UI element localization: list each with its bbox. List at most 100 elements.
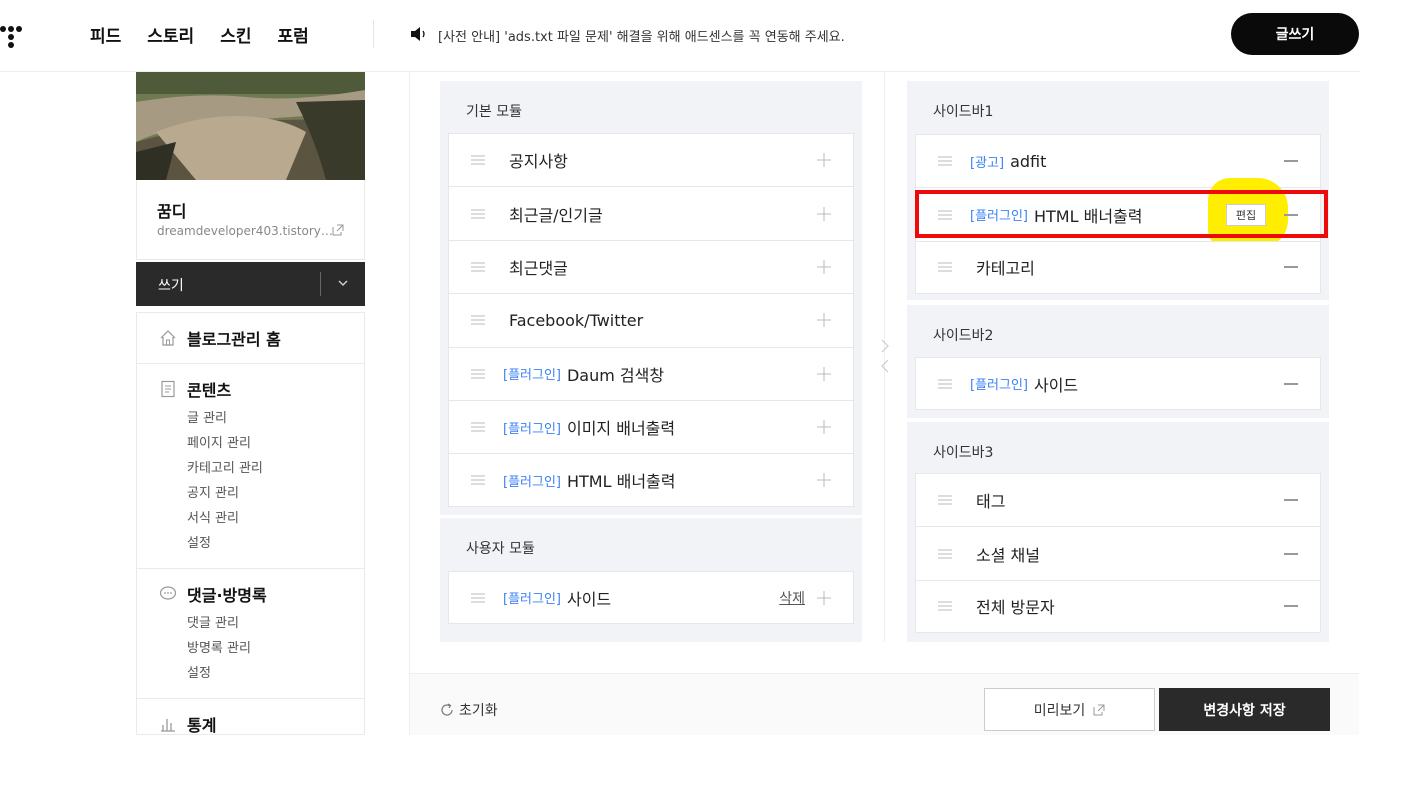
menu-section-contents: 콘텐츠 글 관리 페이지 관리 카테고리 관리 공지 관리 서식 관리 설정 bbox=[137, 364, 364, 569]
drag-handle-icon[interactable] bbox=[471, 209, 485, 219]
external-link-icon[interactable] bbox=[332, 224, 344, 236]
module-row[interactable]: 소셜 채널 bbox=[915, 526, 1321, 580]
menu-comments[interactable]: 댓글·방명록 bbox=[137, 569, 364, 619]
external-link-icon bbox=[1093, 704, 1105, 715]
nav-story[interactable]: 스토리 bbox=[147, 22, 194, 47]
save-changes-button[interactable]: 변경사항 저장 bbox=[1159, 688, 1330, 731]
menu-stats[interactable]: 통계 bbox=[137, 699, 364, 735]
drag-handle-icon[interactable] bbox=[938, 495, 952, 505]
sidebar2-panel: 사이드바2 [플러그인] 사이드 bbox=[907, 305, 1329, 418]
module-tag: [광고] bbox=[970, 155, 1005, 171]
module-name: 최근글/인기글 bbox=[509, 205, 603, 225]
module-row[interactable]: 태그 bbox=[915, 473, 1321, 527]
add-module-icon[interactable] bbox=[817, 590, 831, 605]
menu-template-manage[interactable]: 서식 관리 bbox=[187, 506, 364, 531]
module-tag: [플러그인] bbox=[503, 592, 561, 608]
add-module-icon[interactable] bbox=[817, 473, 831, 488]
refresh-icon bbox=[441, 703, 453, 716]
admin-menu: 블로그관리 홈 콘텐츠 글 관리 페이지 관리 카테고리 관리 공지 관리 서식… bbox=[136, 312, 365, 735]
drag-handle-icon[interactable] bbox=[938, 601, 952, 611]
drag-handle-icon[interactable] bbox=[471, 155, 485, 165]
module-row[interactable]: [플러그인] 사이드 삭제 bbox=[448, 571, 854, 625]
drag-handle-icon[interactable] bbox=[938, 210, 952, 220]
move-arrows-icon[interactable] bbox=[879, 338, 891, 378]
menu-page-manage[interactable]: 페이지 관리 bbox=[187, 431, 364, 456]
chevron-down-icon[interactable] bbox=[336, 276, 350, 290]
module-name: 이미지 배너출력 bbox=[566, 419, 676, 439]
remove-module-icon[interactable] bbox=[1284, 605, 1298, 608]
module-row[interactable]: Facebook/Twitter bbox=[448, 293, 854, 347]
notice-text[interactable]: [사전 안내] 'ads.txt 파일 문제' 해결을 위해 애드센스를 꼭 연… bbox=[438, 26, 845, 45]
add-module-icon[interactable] bbox=[817, 206, 831, 221]
remove-module-icon[interactable] bbox=[1284, 499, 1298, 502]
blog-name[interactable]: 꿈디 bbox=[157, 198, 186, 222]
module-row[interactable]: [플러그인] 이미지 배너출력 bbox=[448, 399, 854, 454]
nav-skin[interactable]: 스킨 bbox=[220, 22, 251, 47]
drag-handle-icon[interactable] bbox=[471, 262, 485, 272]
reset-button[interactable]: 초기화 bbox=[440, 700, 498, 720]
editor-footer: 초기화 미리보기 변경사항 저장 bbox=[410, 673, 1359, 735]
remove-module-icon[interactable] bbox=[1284, 160, 1298, 163]
drag-handle-icon[interactable] bbox=[471, 369, 485, 379]
module-row[interactable]: [플러그인] HTML 배너출력 bbox=[448, 453, 854, 507]
module-row[interactable]: 공지사항 bbox=[448, 133, 854, 187]
nav-forum[interactable]: 포럼 bbox=[277, 22, 308, 47]
module-name: HTML 배너출력 bbox=[1033, 206, 1143, 226]
write-menu-divider bbox=[320, 272, 321, 296]
blog-info-card: 꿈디 dreamdeveloper403.tistory… bbox=[136, 180, 365, 260]
nav-feed[interactable]: 피드 bbox=[90, 22, 121, 47]
menu-notice-manage[interactable]: 공지 관리 bbox=[187, 481, 364, 506]
menu-contents[interactable]: 콘텐츠 bbox=[137, 364, 364, 414]
drag-handle-icon[interactable] bbox=[471, 593, 485, 603]
bar-chart-icon bbox=[161, 719, 175, 732]
drag-handle-icon[interactable] bbox=[938, 379, 952, 389]
menu-comments-settings[interactable]: 설정 bbox=[187, 661, 364, 686]
tistory-logo[interactable] bbox=[0, 20, 30, 48]
module-row[interactable]: [플러그인] HTML 배너출력 편집 bbox=[915, 178, 1321, 249]
blog-thumbnail[interactable] bbox=[136, 72, 365, 180]
blog-url[interactable]: dreamdeveloper403.tistory… bbox=[157, 224, 333, 238]
drag-handle-icon[interactable] bbox=[471, 422, 485, 432]
remove-module-icon[interactable] bbox=[1284, 266, 1298, 269]
menu-category-manage[interactable]: 카테고리 관리 bbox=[187, 456, 364, 481]
module-name: adfit bbox=[1010, 151, 1047, 171]
remove-module-icon[interactable] bbox=[1284, 213, 1298, 216]
sidebar1-title: 사이드바1 bbox=[933, 104, 994, 120]
module-name: 소셜 채널 bbox=[976, 545, 1040, 565]
remove-module-icon[interactable] bbox=[1284, 552, 1298, 555]
menu-section-stats: 통계 bbox=[137, 699, 364, 735]
module-tag: [플러그인] bbox=[970, 378, 1028, 394]
menu-stats-label: 통계 bbox=[187, 716, 217, 735]
write-menu-bar[interactable]: 쓰기 bbox=[136, 262, 365, 306]
drag-handle-icon[interactable] bbox=[938, 156, 952, 166]
sidebar3-panel: 사이드바3 태그 소셜 채널 전체 방문자 bbox=[907, 422, 1329, 642]
drag-handle-icon[interactable] bbox=[938, 262, 952, 272]
preview-button[interactable]: 미리보기 bbox=[984, 688, 1155, 731]
delete-module-link[interactable]: 삭제 bbox=[779, 588, 805, 608]
add-module-icon[interactable] bbox=[817, 259, 831, 274]
menu-guestbook-manage[interactable]: 방명록 관리 bbox=[187, 636, 364, 661]
module-row[interactable]: [플러그인] 사이드 bbox=[915, 357, 1321, 411]
menu-comments-label: 댓글·방명록 bbox=[187, 586, 267, 605]
module-row[interactable]: 카테고리 bbox=[915, 240, 1321, 295]
drag-handle-icon[interactable] bbox=[471, 315, 485, 325]
sidebar3-title: 사이드바3 bbox=[933, 445, 994, 461]
menu-contents-settings[interactable]: 설정 bbox=[187, 531, 364, 556]
drag-handle-icon[interactable] bbox=[938, 549, 952, 559]
module-row[interactable]: 전체 방문자 bbox=[915, 579, 1321, 634]
module-row[interactable]: 최근댓글 bbox=[448, 239, 854, 294]
sidebar2-title: 사이드바2 bbox=[933, 328, 994, 344]
add-module-icon[interactable] bbox=[817, 366, 831, 381]
write-menu-label[interactable]: 쓰기 bbox=[158, 275, 184, 295]
add-module-icon[interactable] bbox=[817, 153, 831, 168]
sidebar1-list: [광고] adfit [플러그인] HTML 배너출력 편집 카테고리 bbox=[915, 134, 1321, 295]
module-row[interactable]: [플러그인] Daum 검색창 bbox=[448, 346, 854, 400]
drag-handle-icon[interactable] bbox=[471, 475, 485, 485]
edit-module-button[interactable]: 편집 bbox=[1226, 203, 1266, 226]
write-post-button[interactable]: 글쓰기 bbox=[1231, 13, 1359, 55]
remove-module-icon[interactable] bbox=[1284, 382, 1298, 385]
add-module-icon[interactable] bbox=[817, 420, 831, 435]
module-row[interactable]: 최근글/인기글 bbox=[448, 186, 854, 240]
add-module-icon[interactable] bbox=[817, 313, 831, 328]
menu-blog-home[interactable]: 블로그관리 홈 bbox=[137, 313, 364, 363]
